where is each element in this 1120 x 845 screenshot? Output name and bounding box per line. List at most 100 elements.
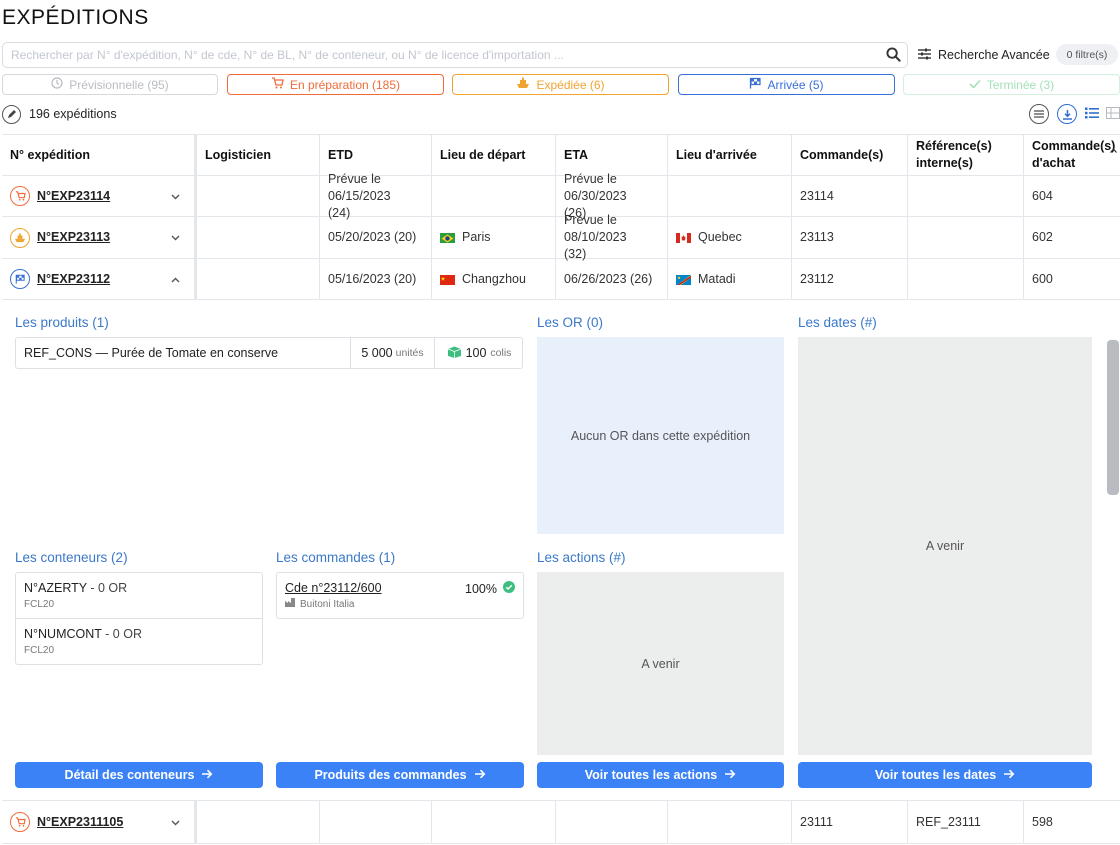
- container-or: - 0 OR: [86, 581, 128, 595]
- shipment-link[interactable]: N°EXP23112: [37, 271, 110, 288]
- filter-count-badge[interactable]: 0 filtre(s): [1056, 44, 1118, 65]
- col-header[interactable]: Commande(s): [792, 135, 908, 175]
- shipment-link[interactable]: N°EXP2311105: [37, 814, 123, 831]
- button-label: Voir toutes les actions: [584, 768, 718, 782]
- tab-arrivee[interactable]: Arrivée (5): [678, 74, 895, 95]
- exp-cell[interactable]: N°EXP23113: [2, 217, 197, 258]
- search-bar[interactable]: [2, 42, 908, 68]
- search-input[interactable]: [11, 43, 881, 67]
- orders-cell: 23111: [792, 801, 908, 843]
- exp-cell[interactable]: N°EXP23114: [2, 176, 197, 216]
- table-row[interactable]: N°EXP23113 05/20/2023 (20) Paris Prévue …: [2, 213, 1120, 261]
- product-name: REF_CONS — Purée de Tomate en conserve: [24, 346, 279, 360]
- flag-icon: [749, 77, 762, 92]
- ship-icon: [516, 77, 530, 92]
- cart-icon: [10, 186, 30, 206]
- box-icon: [447, 346, 462, 361]
- pencil-icon[interactable]: [2, 104, 21, 124]
- chevron-down-icon[interactable]: [171, 229, 180, 246]
- canada-flag-icon: [676, 232, 691, 243]
- eta-cell: Prévue le 06/30/2023 (26): [556, 172, 668, 220]
- table-row[interactable]: N°EXP2311105 23111 REF_23111 598: [2, 800, 1120, 844]
- orders-section-title: Les commandes (1): [276, 550, 396, 565]
- list-view-icon[interactable]: [1085, 107, 1099, 122]
- table-row[interactable]: N°EXP23114 Prévue le 06/15/2023 (24) Pré…: [2, 172, 1120, 220]
- shipment-link[interactable]: N°EXP23113: [37, 229, 110, 246]
- product-card[interactable]: REF_CONS — Purée de Tomate en conserve 5…: [15, 337, 523, 369]
- advanced-search-button[interactable]: Recherche Avancée: [918, 44, 1050, 66]
- vertical-scrollbar[interactable]: [1107, 340, 1119, 495]
- col-header[interactable]: Lieu d'arrivée: [668, 135, 792, 175]
- order-card[interactable]: Cde n°23112/600 Buitoni Italia 100%: [276, 572, 524, 619]
- order-supplier: Buitoni Italia: [285, 598, 354, 610]
- actions-section-title: Les actions (#): [537, 550, 626, 565]
- chevron-down-icon[interactable]: [171, 188, 180, 205]
- eta-cell: 06/26/2023 (26): [556, 259, 668, 299]
- arrival-cell: Quebec: [668, 217, 792, 258]
- arrival-label: Quebec: [698, 230, 742, 244]
- arrival-cell: Matadi: [668, 259, 792, 299]
- container-name: N°NUMCONT: [24, 627, 102, 641]
- tab-previsionnelle[interactable]: Prévisionnelle (95): [2, 74, 218, 95]
- cart-icon: [10, 812, 30, 832]
- containers-section-title: Les conteneurs (2): [15, 550, 128, 565]
- table-row[interactable]: N°EXP23112 05/16/2023 (20) Changzhou 06/…: [2, 259, 1120, 300]
- tab-label: Terminée (3): [986, 77, 1055, 92]
- departure-cell: Paris: [432, 217, 556, 258]
- product-packages: 100 colis: [434, 338, 523, 368]
- page-title: EXPÉDITIONS: [2, 6, 149, 29]
- factory-icon: [285, 598, 295, 610]
- list-menu-icon[interactable]: [1029, 104, 1049, 124]
- tab-en-preparation[interactable]: En préparation (185): [227, 74, 444, 95]
- col-header[interactable]: ETD: [320, 135, 432, 175]
- button-label: Détail des conteneurs: [64, 768, 195, 782]
- container-details-button[interactable]: Détail des conteneurs: [15, 762, 263, 788]
- dates-section-title: Les dates (#): [798, 315, 877, 330]
- col-header[interactable]: Commande(s) d'achat: [1024, 135, 1120, 175]
- shipment-link[interactable]: N°EXP23114: [37, 188, 110, 205]
- cart-icon: [271, 77, 284, 92]
- exp-cell[interactable]: N°EXP2311105: [2, 801, 197, 843]
- orders-cell: 23113: [792, 217, 908, 258]
- departure-cell: Changzhou: [432, 259, 556, 299]
- download-icon[interactable]: [1057, 104, 1077, 124]
- china-flag-icon: [440, 274, 455, 285]
- ship-icon: [10, 227, 30, 248]
- containers-list: N°AZERTY - 0 OR FCL20 N°NUMCONT - 0 OR F…: [15, 572, 263, 665]
- col-header[interactable]: Logisticien: [197, 135, 320, 175]
- sort-caret-icon[interactable]: [1110, 141, 1117, 156]
- order-products-button[interactable]: Produits des commandes: [276, 762, 524, 788]
- supplier-name: Buitoni Italia: [300, 598, 355, 610]
- container-type: FCL20: [24, 599, 55, 610]
- col-header[interactable]: ETA: [556, 135, 668, 175]
- chevron-down-icon[interactable]: [171, 814, 180, 831]
- purchase-order-cell: 604: [1032, 188, 1053, 203]
- col-header[interactable]: Référence(s) interne(s): [908, 135, 1024, 175]
- all-dates-button[interactable]: Voir toutes les dates: [798, 762, 1092, 788]
- container-item[interactable]: N°AZERTY - 0 OR FCL20: [16, 573, 262, 619]
- sliders-icon: [918, 48, 931, 63]
- check-circle-icon: [502, 581, 515, 596]
- tab-terminee[interactable]: Terminée (3): [903, 74, 1120, 95]
- tab-expediee[interactable]: Expédiée (6): [452, 74, 669, 95]
- orders-cell: 23114: [792, 176, 908, 216]
- grid-view-icon[interactable]: [1106, 107, 1120, 122]
- chevron-up-icon[interactable]: [171, 271, 180, 288]
- internal-ref-cell: [908, 259, 1024, 299]
- col-header[interactable]: N° expédition: [2, 135, 197, 175]
- eta-cell: [556, 801, 668, 843]
- search-icon[interactable]: [886, 47, 901, 65]
- order-link[interactable]: Cde n°23112/600: [285, 581, 382, 595]
- internal-ref-cell: REF_23111: [908, 801, 1024, 843]
- exp-cell[interactable]: N°EXP23112: [2, 259, 197, 299]
- quantity-value: 5 000: [361, 346, 393, 360]
- col-header[interactable]: Lieu de départ: [432, 135, 556, 175]
- container-item[interactable]: N°NUMCONT - 0 OR FCL20: [16, 619, 262, 664]
- etd-cell: [320, 801, 432, 843]
- packages-value: 100: [465, 346, 487, 360]
- arrow-right-icon: [725, 768, 736, 782]
- arrival-cell: [668, 176, 792, 216]
- all-actions-button[interactable]: Voir toutes les actions: [537, 762, 784, 788]
- arrival-cell: [668, 801, 792, 843]
- button-label: Voir toutes les dates: [874, 768, 997, 782]
